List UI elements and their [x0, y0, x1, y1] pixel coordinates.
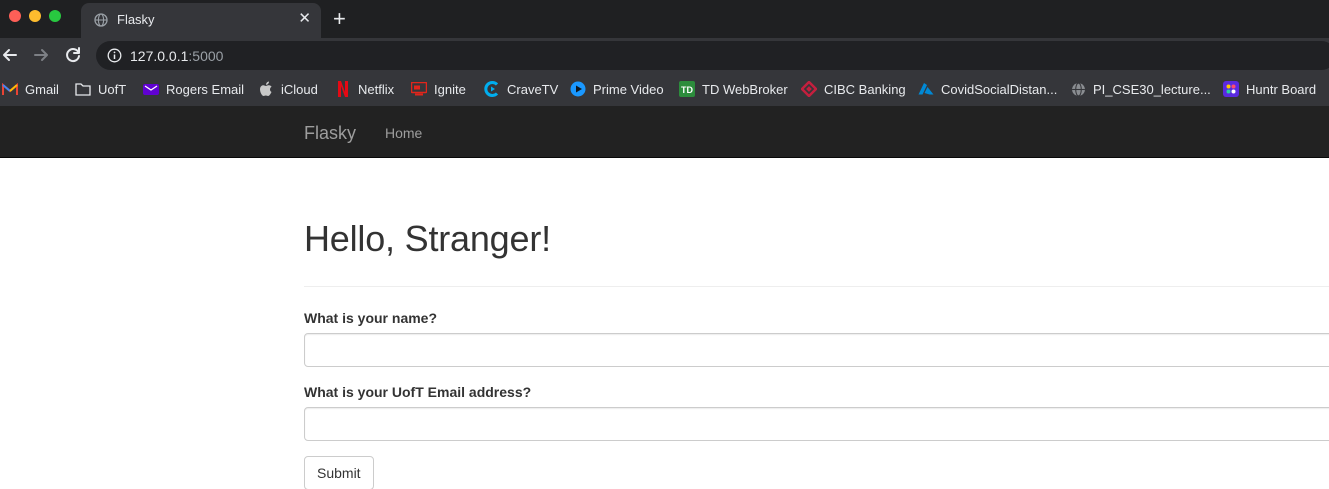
forward-arrow-icon[interactable]	[31, 45, 51, 65]
app-navbar: Flasky Home	[0, 106, 1329, 158]
email-label: What is your UofT Email address?	[304, 384, 532, 400]
bookmark-label: CovidSocialDistan...	[941, 81, 1058, 97]
bookmark-cibc-banking[interactable]: CIBC Banking	[801, 80, 906, 98]
bookmark-ignite[interactable]: Ignite	[411, 80, 466, 98]
netflix-icon	[335, 81, 351, 97]
tab-title: Flasky	[117, 12, 155, 27]
nav-link-home[interactable]: Home	[385, 125, 422, 141]
url-text: 127.0.0.1:5000	[130, 48, 223, 64]
prime-video-icon	[570, 81, 586, 97]
cibc-icon	[801, 81, 817, 97]
page-heading: Hello, Stranger!	[304, 218, 551, 259]
name-input[interactable]	[304, 333, 1329, 367]
bookmark-rogers-email[interactable]: Rogers Email	[143, 80, 244, 98]
bookmark-pi-cse30-lecture[interactable]: PI_CSE30_lecture...	[1070, 80, 1211, 98]
azure-icon	[918, 81, 934, 97]
minimize-window-button[interactable]	[29, 10, 41, 22]
rogers-icon	[143, 81, 159, 97]
bookmark-label: Netflix	[358, 81, 395, 97]
bookmark-prime-video[interactable]: Prime Video	[570, 80, 664, 98]
url-port: :5000	[188, 48, 224, 64]
td-icon: TD	[679, 81, 695, 97]
bookmark-td-webbroker[interactable]: TD TD WebBroker	[679, 80, 788, 98]
globe-icon	[94, 13, 108, 32]
bookmark-label: Ignite	[434, 81, 466, 97]
bookmark-huntr-board[interactable]: Huntr Board	[1223, 80, 1316, 98]
header-divider	[304, 286, 1329, 287]
bookmark-gmail[interactable]: Gmail	[2, 80, 59, 98]
address-bar[interactable]: 127.0.0.1:5000	[96, 41, 1329, 70]
bookmark-label: Huntr Board	[1246, 81, 1317, 97]
bookmark-covidsocialdistan[interactable]: CovidSocialDistan...	[918, 80, 1057, 98]
ignite-icon	[411, 81, 427, 97]
close-tab-icon[interactable]: ✕	[298, 10, 311, 28]
gmail-icon	[2, 81, 18, 97]
bookmarks-bar: Gmail UofT Rogers Email iCloud Netflix I…	[0, 72, 1329, 106]
globe-icon	[1070, 81, 1086, 97]
name-label: What is your name?	[304, 310, 438, 326]
browser-toolbar: 127.0.0.1:5000	[0, 38, 1329, 72]
bookmark-icloud[interactable]: iCloud	[258, 80, 318, 98]
zoom-window-button[interactable]	[49, 10, 61, 22]
bookmark-label: PI_CSE30_lecture...	[1093, 81, 1211, 97]
browser-tab-strip: Flasky ✕ +	[0, 0, 1329, 38]
bookmark-cravetv[interactable]: CraveTV	[484, 80, 558, 98]
bookmark-label: TD WebBroker	[702, 81, 788, 97]
folder-icon	[75, 81, 91, 97]
close-window-button[interactable]	[9, 10, 21, 22]
submit-button[interactable]: Submit	[304, 456, 374, 489]
bookmark-uoft[interactable]: UofT	[75, 80, 126, 98]
back-arrow-icon[interactable]	[0, 45, 20, 65]
new-tab-button[interactable]: +	[333, 8, 346, 30]
svg-text:TD: TD	[681, 85, 693, 95]
reload-icon[interactable]	[63, 45, 83, 65]
bookmark-label: CraveTV	[507, 81, 559, 97]
bookmark-label: Prime Video	[593, 81, 664, 97]
bookmark-label: UofT	[98, 81, 127, 97]
url-host: 127.0.0.1	[130, 48, 189, 64]
bookmark-netflix[interactable]: Netflix	[335, 80, 394, 98]
bookmark-label: CIBC Banking	[824, 81, 906, 97]
browser-tab[interactable]: Flasky ✕	[81, 3, 321, 38]
navbar-brand[interactable]: Flasky	[304, 123, 356, 144]
bookmark-label: Rogers Email	[166, 81, 245, 97]
crave-icon	[484, 81, 500, 97]
huntr-icon	[1223, 81, 1239, 97]
email-input[interactable]	[304, 407, 1329, 441]
bookmark-label: Gmail	[25, 81, 59, 97]
apple-icon	[258, 81, 274, 97]
info-icon[interactable]	[107, 48, 122, 68]
bookmark-label: iCloud	[281, 81, 318, 97]
